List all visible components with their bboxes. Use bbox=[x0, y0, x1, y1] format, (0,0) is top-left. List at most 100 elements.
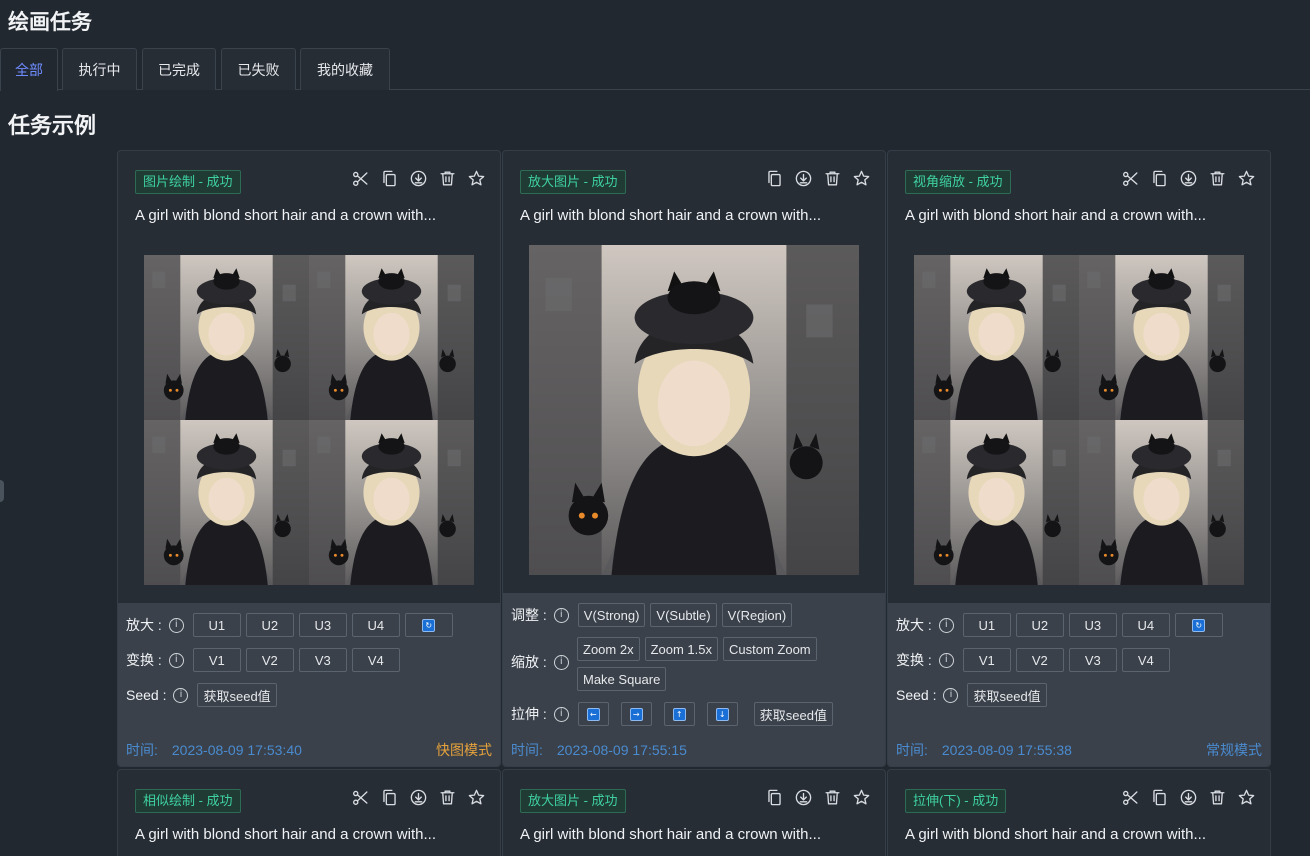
v4-button[interactable]: V4 bbox=[351, 648, 400, 672]
star-icon[interactable] bbox=[1236, 168, 1256, 188]
tab-all[interactable]: 全部 bbox=[0, 48, 58, 91]
get-seed-button[interactable]: 获取seed值 bbox=[753, 702, 833, 726]
card-actions bbox=[350, 787, 486, 807]
info-icon[interactable]: i bbox=[553, 706, 569, 722]
star-icon[interactable] bbox=[466, 168, 486, 188]
u3-button[interactable]: U3 bbox=[298, 613, 347, 637]
u2-button[interactable]: U2 bbox=[1015, 613, 1064, 637]
variation-label: 变换 : bbox=[896, 652, 932, 668]
copy-icon[interactable] bbox=[1149, 787, 1169, 807]
result-image[interactable] bbox=[144, 255, 474, 585]
copy-icon[interactable] bbox=[1149, 168, 1169, 188]
tab-failed[interactable]: 已失败 bbox=[221, 48, 296, 90]
copy-icon[interactable] bbox=[764, 168, 784, 188]
result-image[interactable] bbox=[529, 245, 859, 575]
variation-row: 变换 : i V1 V2 V3 V4 bbox=[896, 648, 1170, 672]
custom-zoom-button[interactable]: Custom Zoom bbox=[723, 637, 817, 661]
download-icon[interactable] bbox=[793, 168, 813, 188]
pan-right-button[interactable]: → bbox=[620, 702, 652, 726]
info-icon[interactable]: i bbox=[168, 617, 184, 633]
task-card: 放大图片 - 成功 A girl with blond short hair a… bbox=[502, 150, 886, 767]
reroll-button[interactable]: ↻ bbox=[404, 613, 453, 637]
scroll-handle[interactable] bbox=[0, 480, 4, 502]
u1-button[interactable]: U1 bbox=[192, 613, 241, 637]
prompt-text: A girl with blond short hair and a crown… bbox=[905, 826, 1206, 843]
variation-label: 变换 : bbox=[126, 652, 162, 668]
vary-region-button[interactable]: V(Region) bbox=[721, 603, 793, 627]
reroll-button[interactable]: ↻ bbox=[1174, 613, 1223, 637]
star-icon[interactable] bbox=[851, 787, 871, 807]
arrow-up-icon: ↑ bbox=[672, 707, 686, 721]
u1-button[interactable]: U1 bbox=[962, 613, 1011, 637]
adjust-row: 调整 : i V(Strong) V(Subtle) V(Region) bbox=[511, 603, 793, 627]
info-icon[interactable]: i bbox=[938, 617, 954, 633]
result-image[interactable] bbox=[914, 255, 1244, 585]
download-icon[interactable] bbox=[1178, 787, 1198, 807]
u4-button[interactable]: U4 bbox=[1121, 613, 1170, 637]
prompt-text: A girl with blond short hair and a crown… bbox=[135, 826, 436, 843]
info-icon[interactable]: i bbox=[943, 687, 959, 703]
star-icon[interactable] bbox=[851, 168, 871, 188]
tab-bar: 全部 执行中 已完成 已失败 我的收藏 bbox=[0, 48, 1310, 91]
star-icon[interactable] bbox=[466, 787, 486, 807]
u4-button[interactable]: U4 bbox=[351, 613, 400, 637]
v2-button[interactable]: V2 bbox=[245, 648, 294, 672]
control-panel: 放大 : i U1 U2 U3 U4 ↻ 变换 : i V1 V2 V3 V4 … bbox=[888, 603, 1270, 766]
vary-subtle-button[interactable]: V(Subtle) bbox=[650, 603, 717, 627]
scissors-icon[interactable] bbox=[1120, 168, 1140, 188]
time-label: 时间: bbox=[896, 742, 928, 758]
card-header: 视角缩放 - 成功 bbox=[888, 151, 1270, 211]
copy-icon[interactable] bbox=[379, 787, 399, 807]
info-icon[interactable]: i bbox=[173, 687, 189, 703]
v4-button[interactable]: V4 bbox=[1121, 648, 1170, 672]
get-seed-button[interactable]: 获取seed值 bbox=[197, 683, 277, 707]
page-title: 绘画任务 bbox=[8, 11, 92, 34]
status-badge: 图片绘制 - 成功 bbox=[135, 170, 241, 194]
v3-button[interactable]: V3 bbox=[298, 648, 347, 672]
scissors-icon[interactable] bbox=[350, 168, 370, 188]
v1-button[interactable]: V1 bbox=[192, 648, 241, 672]
card-header: 放大图片 - 成功 bbox=[503, 151, 885, 211]
star-icon[interactable] bbox=[1236, 787, 1256, 807]
card-actions bbox=[764, 168, 871, 188]
get-seed-button[interactable]: 获取seed值 bbox=[967, 683, 1047, 707]
info-icon[interactable]: i bbox=[168, 652, 184, 668]
trash-icon[interactable] bbox=[822, 787, 842, 807]
zoom-1-5x-button[interactable]: Zoom 1.5x bbox=[644, 637, 718, 661]
copy-icon[interactable] bbox=[379, 168, 399, 188]
info-icon[interactable]: i bbox=[553, 654, 569, 670]
scissors-icon[interactable] bbox=[1120, 787, 1140, 807]
info-icon[interactable]: i bbox=[553, 607, 569, 623]
pan-down-button[interactable]: ↓ bbox=[706, 702, 738, 726]
download-icon[interactable] bbox=[1178, 168, 1198, 188]
trash-icon[interactable] bbox=[437, 787, 457, 807]
v1-button[interactable]: V1 bbox=[962, 648, 1011, 672]
info-icon[interactable]: i bbox=[938, 652, 954, 668]
download-icon[interactable] bbox=[408, 787, 428, 807]
pan-up-button[interactable]: ↑ bbox=[663, 702, 695, 726]
tab-favorites[interactable]: 我的收藏 bbox=[300, 48, 390, 90]
vary-strong-button[interactable]: V(Strong) bbox=[577, 603, 646, 627]
v2-button[interactable]: V2 bbox=[1015, 648, 1064, 672]
download-icon[interactable] bbox=[793, 787, 813, 807]
trash-icon[interactable] bbox=[437, 168, 457, 188]
prompt-text: A girl with blond short hair and a crown… bbox=[520, 826, 821, 843]
trash-icon[interactable] bbox=[1207, 168, 1227, 188]
zoom-label: 缩放 : bbox=[511, 654, 547, 670]
u3-button[interactable]: U3 bbox=[1068, 613, 1117, 637]
make-square-button[interactable]: Make Square bbox=[577, 667, 667, 691]
prompt-text: A girl with blond short hair and a crown… bbox=[520, 207, 821, 224]
v3-button[interactable]: V3 bbox=[1068, 648, 1117, 672]
download-icon[interactable] bbox=[408, 168, 428, 188]
pan-left-button[interactable]: ← bbox=[577, 702, 609, 726]
tab-completed[interactable]: 已完成 bbox=[142, 48, 216, 90]
trash-icon[interactable] bbox=[822, 168, 842, 188]
variation-row: 变换 : i V1 V2 V3 V4 bbox=[126, 648, 400, 672]
refresh-icon: ↻ bbox=[422, 618, 436, 632]
trash-icon[interactable] bbox=[1207, 787, 1227, 807]
zoom-2x-button[interactable]: Zoom 2x bbox=[577, 637, 640, 661]
tab-running[interactable]: 执行中 bbox=[62, 48, 137, 90]
u2-button[interactable]: U2 bbox=[245, 613, 294, 637]
scissors-icon[interactable] bbox=[350, 787, 370, 807]
copy-icon[interactable] bbox=[764, 787, 784, 807]
